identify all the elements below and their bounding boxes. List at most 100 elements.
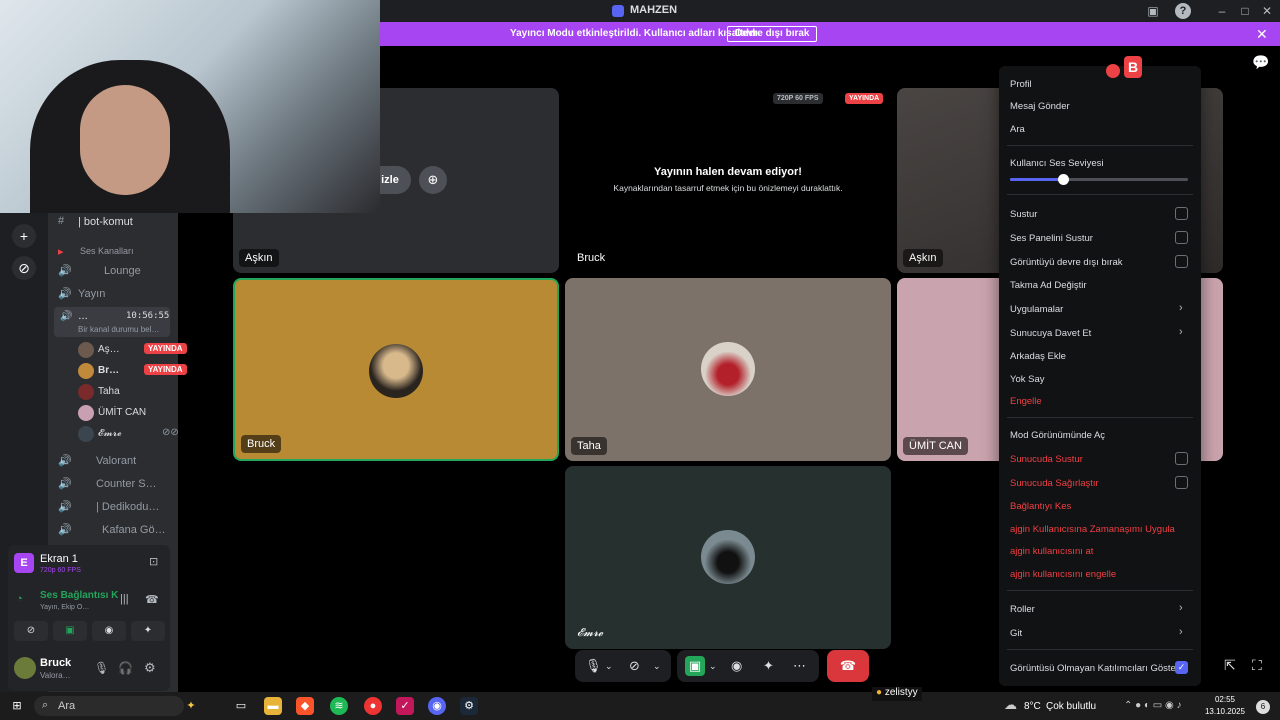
spotify-icon[interactable]: ≋ bbox=[330, 697, 348, 715]
notification-badge[interactable]: 6 bbox=[1256, 700, 1270, 714]
menu-server-mute[interactable]: Sunucuda Sustur bbox=[1010, 454, 1083, 465]
soundboard-icon[interactable]: ✦ bbox=[763, 650, 774, 682]
leave-call-button[interactable]: ☎ bbox=[827, 650, 869, 682]
maximize-button[interactable]: □ bbox=[1237, 3, 1253, 19]
menu-show-non-video[interactable]: Görüntüsü Olmayan Katılımcıları Göster bbox=[1010, 663, 1179, 674]
volume-slider-handle[interactable] bbox=[1058, 174, 1070, 185]
menu-ignore[interactable]: Yok Say bbox=[1010, 374, 1045, 385]
channel-valorant[interactable]: 🔊 Valorant bbox=[48, 451, 178, 471]
chevron-down-icon[interactable]: ⌄ bbox=[653, 650, 661, 682]
disable-video-checkbox[interactable] bbox=[1175, 255, 1188, 268]
menu-apps[interactable]: Uygulamalar bbox=[1010, 304, 1063, 315]
server-mute-checkbox[interactable] bbox=[1175, 452, 1188, 465]
add-server-icon[interactable]: + bbox=[12, 224, 36, 248]
banner-close-icon[interactable]: ✕ bbox=[1256, 26, 1268, 43]
camera-off-button[interactable]: ⊘ bbox=[14, 621, 48, 641]
popout-icon[interactable]: ⊕ bbox=[419, 166, 447, 194]
clock-date[interactable]: 13.10.2025 bbox=[1202, 707, 1248, 716]
disconnect-icon[interactable]: ☎ bbox=[145, 593, 159, 606]
channel-kafana[interactable]: 🔊 Kafana Gö… bbox=[48, 520, 178, 540]
stop-stream-icon[interactable]: ⊡ bbox=[149, 555, 158, 568]
show-non-video-checkbox[interactable]: ✓ bbox=[1175, 661, 1188, 674]
discord-icon[interactable]: ◉ bbox=[428, 697, 446, 715]
menu-block[interactable]: Engelle bbox=[1010, 396, 1042, 407]
mute-soundboard-checkbox[interactable] bbox=[1175, 231, 1188, 244]
connection-status[interactable]: Ses Bağlantısı K bbox=[40, 590, 118, 601]
share-screen-button[interactable]: ▣ bbox=[53, 621, 87, 641]
app-icon[interactable]: ✓ bbox=[396, 697, 414, 715]
menu-mute-soundboard[interactable]: Ses Panelini Sustur bbox=[1010, 233, 1093, 244]
voice-category[interactable]: ▸ Ses Kanalları bbox=[48, 242, 178, 262]
windows-start-icon[interactable]: ⊞ bbox=[8, 697, 26, 715]
user-tile-bruck[interactable]: Bruck bbox=[233, 278, 559, 461]
channel-active[interactable]: 🔊 … 10:56:55 Bir kanal durumu bel… bbox=[54, 307, 170, 337]
channel-bot-komut[interactable]: # | bot-komut bbox=[48, 212, 178, 232]
menu-call[interactable]: Ara bbox=[1010, 124, 1025, 135]
volume-slider-track[interactable] bbox=[1010, 174, 1188, 185]
camera-off-icon[interactable]: ⊘ bbox=[629, 650, 640, 682]
search-box[interactable]: ⌕ Ara bbox=[34, 696, 184, 716]
share-screen-icon[interactable]: ▣ bbox=[685, 656, 705, 676]
menu-ban[interactable]: ajgin kullanıcısını engelle bbox=[1010, 569, 1116, 580]
voice-user[interactable]: Aş… YAYINDA bbox=[74, 340, 219, 360]
chevron-down-icon[interactable]: ⌄ bbox=[605, 650, 613, 682]
disable-streamer-mode-button[interactable]: Devre dışı bırak bbox=[727, 26, 818, 42]
menu-disable-video[interactable]: Görüntüyü devre dışı bırak bbox=[1010, 257, 1122, 268]
menu-mute[interactable]: Sustur bbox=[1010, 209, 1037, 220]
microphone-icon[interactable]: 🎙 bbox=[585, 650, 602, 682]
soundboard-button[interactable]: ✦ bbox=[131, 621, 165, 641]
user-tile-taha[interactable]: Taha bbox=[565, 278, 891, 461]
task-view-icon[interactable]: ▭ bbox=[232, 697, 250, 715]
user-tile-emre[interactable]: 𝓔𝓶𝓻𝓮 bbox=[565, 466, 891, 649]
activities-button[interactable]: ◉ bbox=[92, 621, 126, 641]
menu-invite[interactable]: Sunucuya Davet Et bbox=[1010, 328, 1091, 339]
chevron-down-icon[interactable]: ⌄ bbox=[709, 650, 717, 682]
menu-disconnect[interactable]: Bağlantıyı Kes bbox=[1010, 501, 1071, 512]
channel-lounge[interactable]: 🔊 Lounge bbox=[48, 261, 178, 281]
tray-icons[interactable]: ⌃ ● ◐ ▭ ◉ ♪ bbox=[1124, 700, 1182, 711]
avatar[interactable] bbox=[14, 657, 36, 679]
minimize-button[interactable]: – bbox=[1214, 3, 1230, 19]
menu-roles[interactable]: Roller bbox=[1010, 604, 1035, 615]
voice-user[interactable]: Taha bbox=[74, 382, 219, 402]
menu-add-friend[interactable]: Arkadaş Ekle bbox=[1010, 351, 1066, 362]
clock-time[interactable]: 02:55 bbox=[1210, 695, 1240, 704]
settings-gear-icon[interactable]: ⚙ bbox=[144, 660, 156, 676]
microphone-icon[interactable]: 🎙 bbox=[94, 661, 109, 675]
brave-browser-icon[interactable]: ◆ bbox=[296, 697, 314, 715]
menu-server-deafen[interactable]: Sunucuda Sağırlaştır bbox=[1010, 478, 1099, 489]
mute-checkbox[interactable] bbox=[1175, 207, 1188, 220]
menu-kick[interactable]: ajgin kullanıcısını at bbox=[1010, 546, 1093, 557]
channel-dedikodu[interactable]: 🔊 | Dedikodu… bbox=[48, 497, 178, 517]
menu-go[interactable]: Git bbox=[1010, 628, 1022, 639]
weather-text[interactable]: Çok bulutlu bbox=[1046, 701, 1096, 712]
voice-user[interactable]: Br… YAYINDA bbox=[74, 361, 219, 381]
menu-profile[interactable]: Profil bbox=[1010, 79, 1032, 90]
close-window-button[interactable]: ✕ bbox=[1259, 3, 1275, 19]
fullscreen-icon[interactable]: ⛶ bbox=[1252, 657, 1262, 674]
weather-temp[interactable]: 8°C bbox=[1024, 701, 1041, 712]
file-explorer-icon[interactable]: ▬ bbox=[264, 697, 282, 715]
server-deafen-checkbox[interactable] bbox=[1175, 476, 1188, 489]
copilot-sparkle-icon[interactable]: ✦ bbox=[182, 697, 200, 715]
popout-window-icon[interactable]: ⇱ bbox=[1224, 657, 1236, 674]
menu-change-nickname[interactable]: Takma Ad Değiştir bbox=[1010, 280, 1087, 291]
steam-icon[interactable]: ⚙ bbox=[460, 697, 478, 715]
menu-send-message[interactable]: Mesaj Gönder bbox=[1010, 101, 1070, 112]
stream-tile-bruck[interactable]: 720P 60 FPS YAYINDA Yayının halen devam … bbox=[565, 88, 891, 273]
activities-icon[interactable]: ◉ bbox=[731, 650, 742, 682]
headphones-icon[interactable]: 🎧 bbox=[118, 661, 133, 675]
noise-suppression-icon[interactable]: ||| bbox=[120, 593, 129, 605]
more-options-icon[interactable]: ⋯ bbox=[793, 650, 806, 682]
menu-timeout[interactable]: ajgin Kullanıcısına Zamanaşımı Uygula bbox=[1010, 524, 1175, 535]
chat-icon[interactable]: 💬 bbox=[1252, 54, 1269, 71]
discover-icon[interactable]: ⊘ bbox=[12, 256, 36, 280]
inbox-icon[interactable]: ▣ bbox=[1145, 3, 1161, 19]
voice-user[interactable]: 𝓔𝓶𝓻𝓮 ⊘⊘ bbox=[74, 424, 219, 444]
app-icon[interactable]: ● bbox=[364, 697, 382, 715]
help-icon[interactable]: ? bbox=[1175, 3, 1191, 19]
voice-user[interactable]: ÜMİT CAN bbox=[74, 403, 219, 423]
channel-counter-strike[interactable]: 🔊 Counter S… bbox=[48, 474, 178, 494]
channel-yayin[interactable]: 🔊 Yayın bbox=[48, 284, 178, 304]
menu-mod-view[interactable]: Mod Görünümünde Aç bbox=[1010, 430, 1105, 441]
